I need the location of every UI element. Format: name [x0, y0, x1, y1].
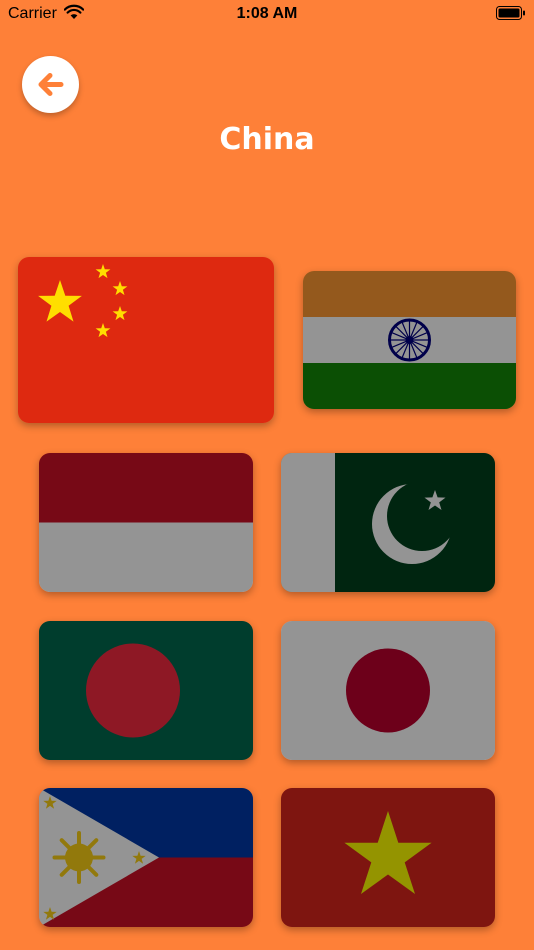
flag-china[interactable]	[18, 257, 274, 423]
indonesia-flag-icon	[39, 453, 253, 592]
flag-japan[interactable]	[281, 621, 495, 760]
arrow-left-icon	[38, 73, 64, 96]
flag-philippines[interactable]	[39, 788, 253, 927]
philippines-flag-icon	[39, 788, 253, 927]
status-time: 1:08 AM	[236, 5, 298, 22]
page-title: China	[219, 122, 315, 157]
flag-bangladesh[interactable]	[39, 621, 253, 760]
flag-india[interactable]	[303, 271, 516, 409]
vietnam-flag-icon	[281, 788, 495, 927]
flag-vietnam[interactable]	[281, 788, 495, 927]
back-button[interactable]	[22, 56, 79, 113]
status-bar: Carrier 1:08 AM	[0, 0, 534, 28]
flag-indonesia[interactable]	[39, 453, 253, 592]
japan-flag-icon	[281, 621, 495, 760]
bangladesh-flag-icon	[39, 621, 253, 760]
battery-icon	[496, 6, 526, 20]
china-flag-icon	[18, 257, 274, 423]
flag-pakistan[interactable]	[281, 453, 495, 592]
pakistan-flag-icon	[281, 453, 495, 592]
india-flag-icon	[303, 271, 516, 409]
